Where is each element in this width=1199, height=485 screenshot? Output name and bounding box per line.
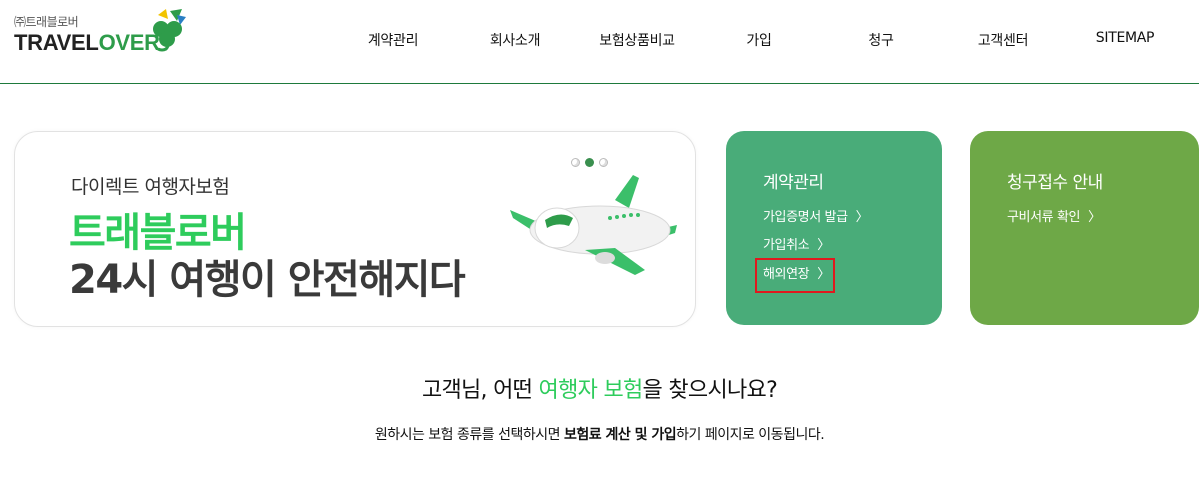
banner-tagline: 24시 여행이 안전해지다 bbox=[69, 257, 466, 303]
nav-item-sitemap[interactable]: SITEMAP bbox=[1096, 30, 1155, 46]
slide-dot-2[interactable] bbox=[585, 158, 594, 167]
contract-management-card: 계약관리 가입증명서 발급 〉 가입취소 〉 해외연장 〉 bbox=[726, 131, 942, 325]
section-question: 고객님, 어떤 여행자 보험을 찾으시나요? bbox=[421, 378, 778, 403]
contract-card-title: 계약관리 bbox=[763, 173, 824, 193]
cancel-subscription-link[interactable]: 가입취소 〉 bbox=[763, 234, 830, 253]
highlight-box bbox=[755, 258, 835, 293]
promo-banner[interactable]: 다이렉트 여행자보험 트래블로버 24시 여행이 안전해지다 bbox=[14, 131, 696, 327]
nav-item-join[interactable]: 가입 bbox=[746, 30, 771, 50]
banner-subtitle: 다이렉트 여행자보험 bbox=[71, 176, 230, 198]
slide-dot-3[interactable] bbox=[599, 158, 608, 167]
nav-item-company[interactable]: 회사소개 bbox=[490, 30, 541, 50]
main-nav: 계약관리 회사소개 보험상품비교 가입 청구 고객센터 SITEMAP bbox=[0, 30, 1199, 52]
logo-company-name: ㈜트래블로버 bbox=[14, 15, 79, 29]
slide-indicators bbox=[571, 152, 613, 171]
required-documents-link[interactable]: 구비서류 확인 〉 bbox=[1007, 206, 1101, 225]
chevron-right-icon: 〉 bbox=[1088, 210, 1101, 225]
nav-item-compare[interactable]: 보험상품비교 bbox=[599, 30, 675, 50]
slide-dot-1[interactable] bbox=[571, 158, 580, 167]
chevron-right-icon: 〉 bbox=[817, 238, 830, 253]
certificate-issue-link[interactable]: 가입증명서 발급 〉 bbox=[763, 206, 869, 225]
description-bold: 보험료 계산 및 가입 bbox=[563, 427, 677, 443]
site-header: ㈜트래블로버 TRAVELOVER 계약관리 회사소개 보험상품비교 가입 청구… bbox=[0, 0, 1199, 84]
claim-guide-card: 청구접수 안내 구비서류 확인 〉 bbox=[970, 131, 1199, 325]
nav-item-contract[interactable]: 계약관리 bbox=[368, 30, 419, 50]
nav-item-support[interactable]: 고객센터 bbox=[978, 30, 1029, 50]
nav-item-claim[interactable]: 청구 bbox=[868, 30, 893, 50]
airplane-illustration bbox=[510, 175, 677, 275]
question-highlight: 여행자 보험 bbox=[538, 378, 644, 403]
section-description: 원하시는 보험 종류를 선택하시면 보험료 계산 및 가입하기 페이지로 이동됩… bbox=[374, 427, 825, 443]
claim-card-title: 청구접수 안내 bbox=[1007, 173, 1103, 193]
chevron-right-icon: 〉 bbox=[855, 210, 869, 225]
